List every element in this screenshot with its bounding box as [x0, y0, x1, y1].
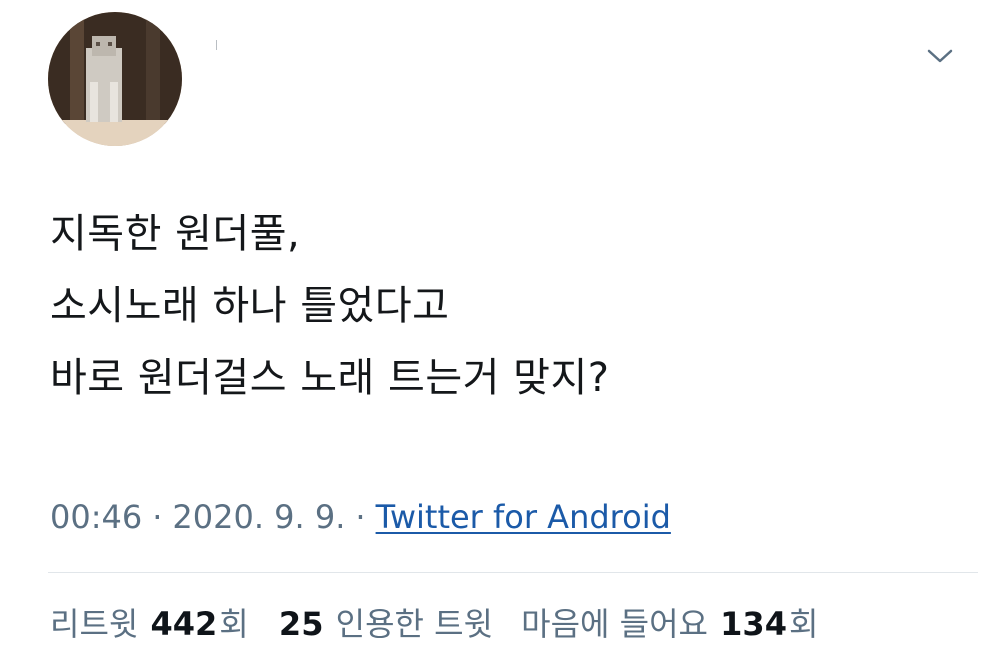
- avatar[interactable]: [48, 12, 182, 146]
- tweet-line: 소시노래 하나 틀었다고: [50, 283, 450, 329]
- tweet-metadata: 00:46 · 2020. 9. 9. · Twitter for Android: [50, 495, 671, 539]
- tweet-date[interactable]: 2020. 9. 9.: [172, 498, 345, 536]
- chevron-down-icon: [927, 49, 953, 63]
- separator: ·: [355, 498, 366, 536]
- quotes-stat[interactable]: 25 인용한 트윗: [277, 602, 493, 646]
- quotes-count: 25: [278, 605, 324, 643]
- likes-label: 마음에 들어요: [521, 605, 708, 643]
- retweets-count: 442: [150, 605, 218, 643]
- author-name-fragment: [216, 40, 217, 50]
- source-link[interactable]: Twitter for Android: [376, 498, 671, 536]
- retweets-suffix: 회: [219, 605, 249, 643]
- quotes-label: 인용한 트윗: [335, 605, 493, 643]
- tweet-line: 바로 원더걸스 노래 트는거 맞지?: [50, 355, 610, 401]
- retweets-label: 리트윗: [50, 605, 139, 643]
- tweet-text: 지독한 원더풀, 소시노래 하나 틀었다고 바로 원더걸스 노래 트는거 맞지?: [50, 198, 950, 414]
- likes-suffix: 회: [788, 605, 819, 643]
- more-options-button[interactable]: [920, 36, 960, 76]
- likes-stat[interactable]: 마음에 들어요 134회: [521, 602, 818, 646]
- retweets-stat[interactable]: 리트윗 442회: [50, 602, 249, 646]
- tweet-line: 지독한 원더풀,: [50, 211, 301, 257]
- separator: ·: [152, 498, 163, 536]
- likes-count: 134: [720, 605, 787, 643]
- tweet-time[interactable]: 00:46: [50, 498, 142, 536]
- engagement-stats: 리트윗 442회 25 인용한 트윗 마음에 들어요 134회: [50, 602, 836, 646]
- avatar-image: [48, 12, 182, 146]
- divider: [48, 572, 978, 573]
